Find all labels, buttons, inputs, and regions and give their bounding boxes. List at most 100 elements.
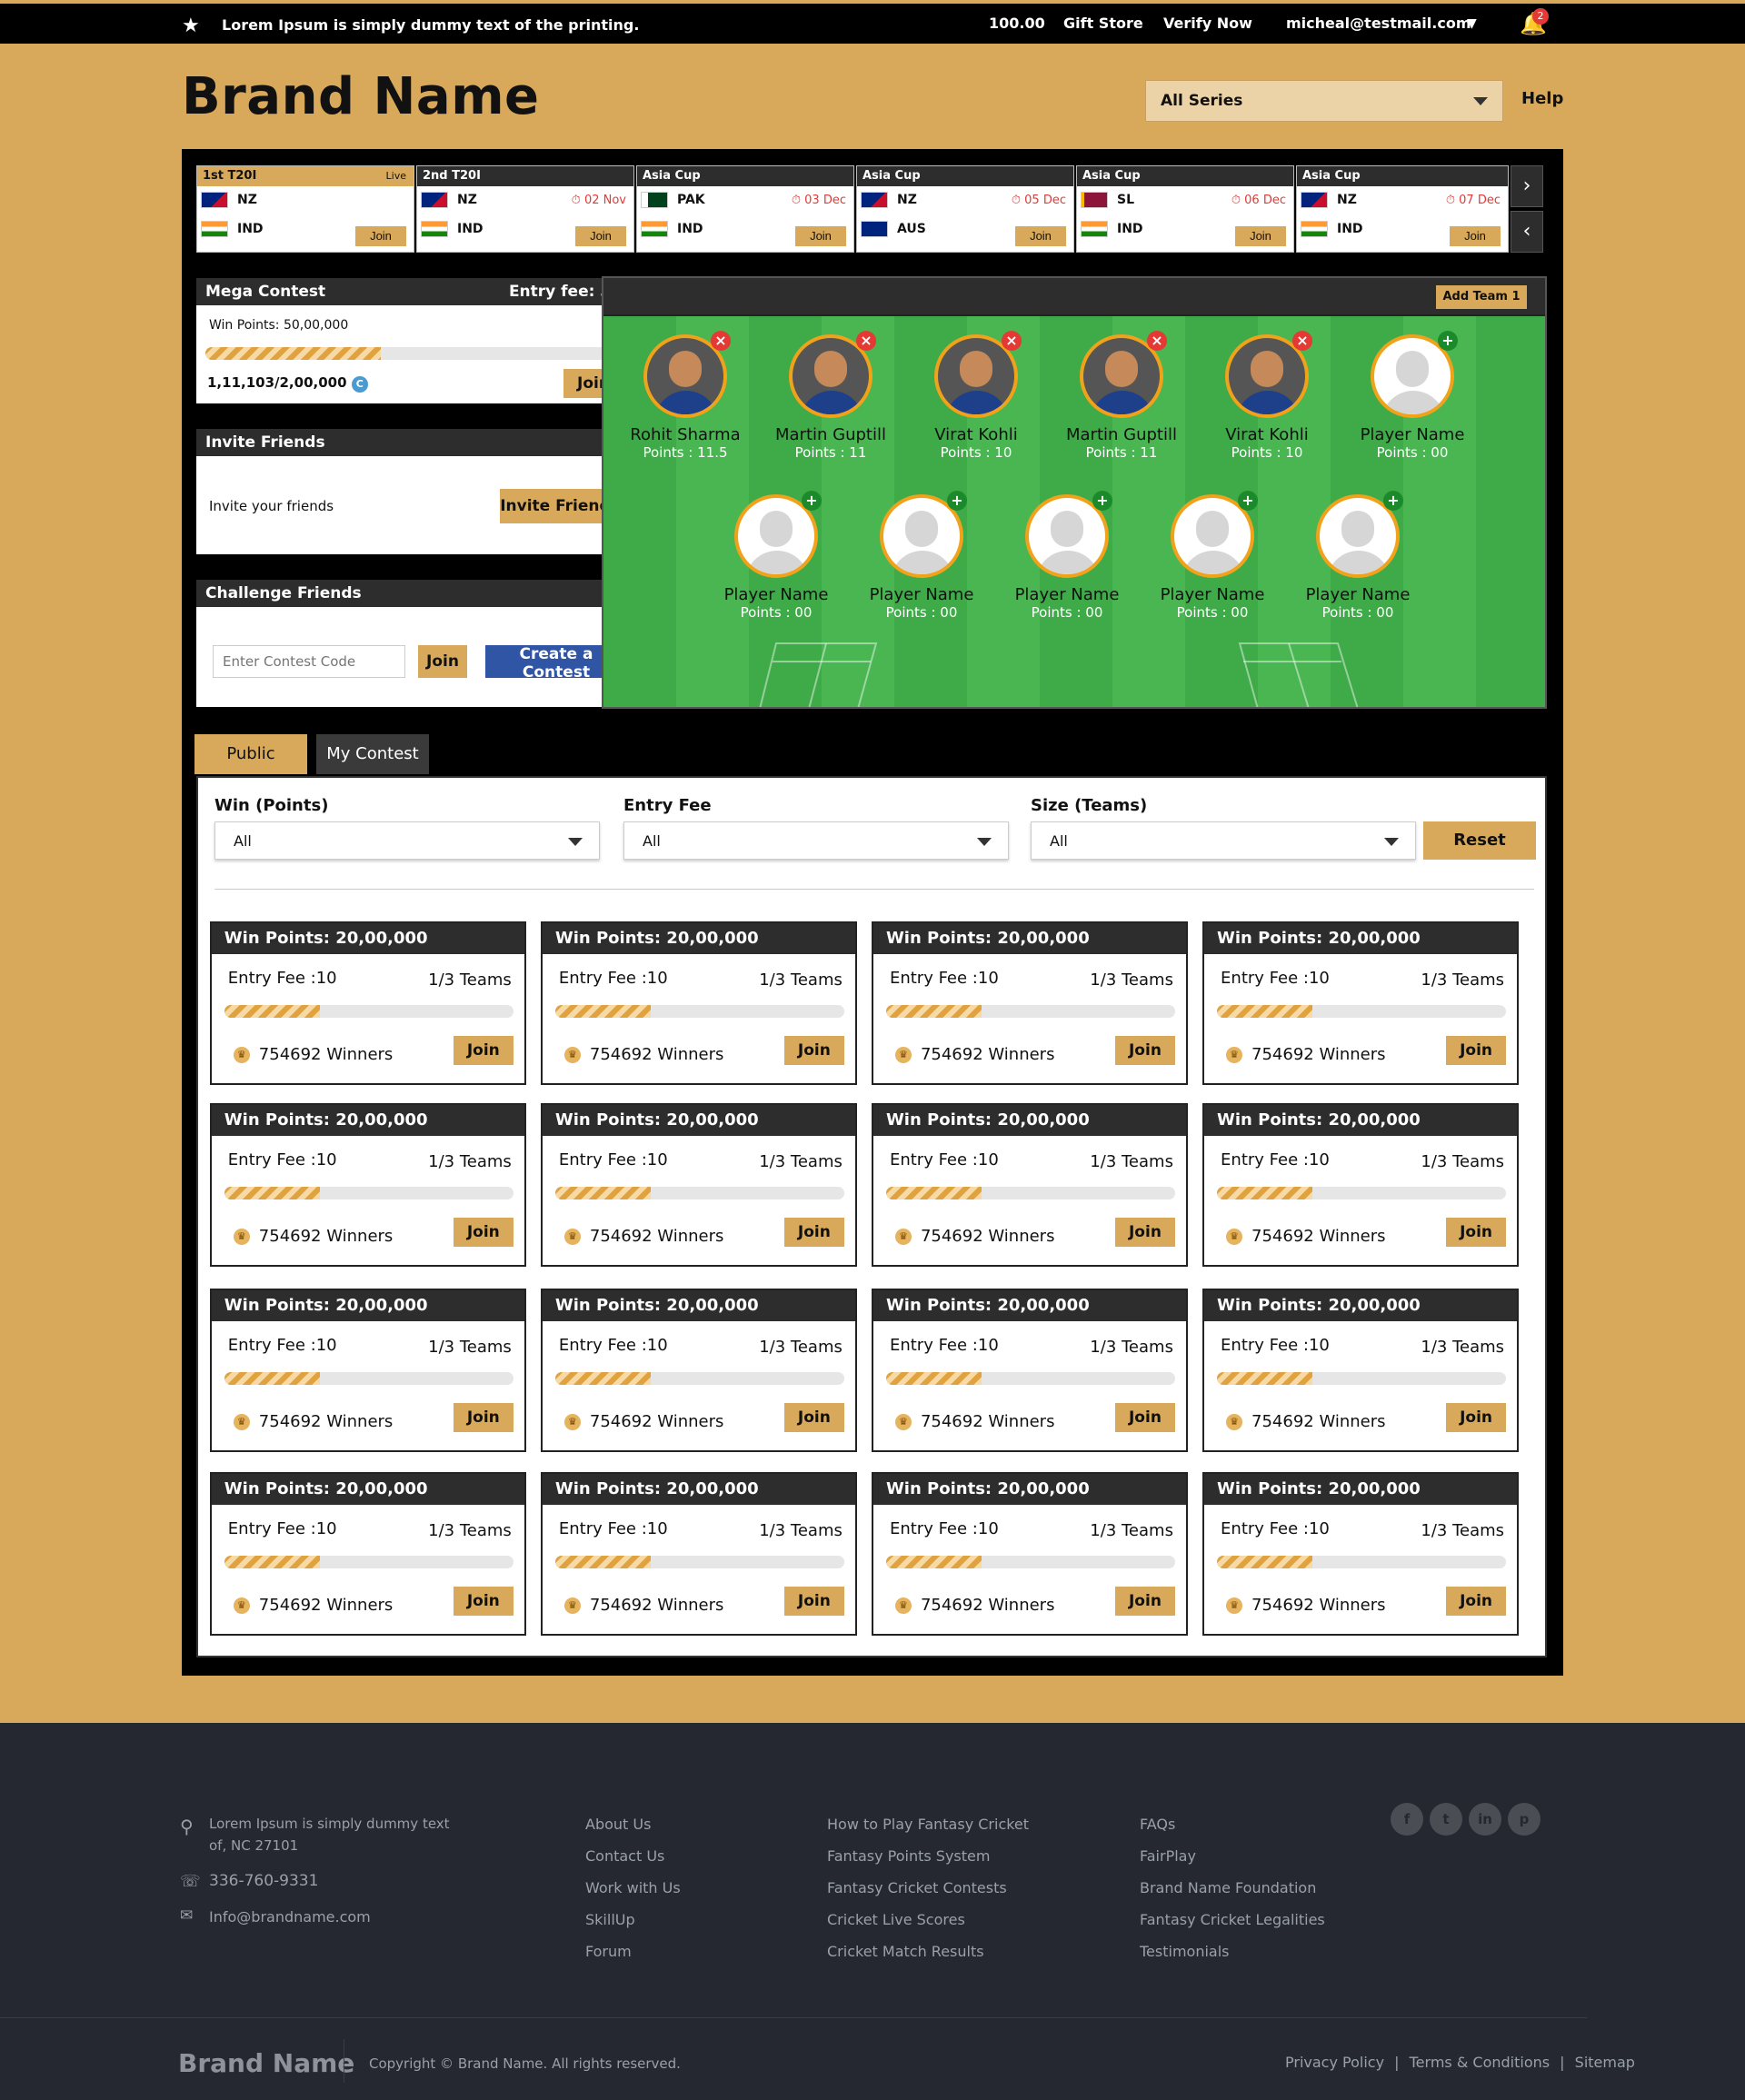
terms-link[interactable]: Terms & Conditions [1410, 2054, 1550, 2071]
player-slot[interactable]: × Virat Kohli Points : 10 [1194, 331, 1340, 461]
mega-contest-box: Mega Contest Entry fee: 30 Win Points: 50… [194, 276, 634, 405]
match-join-button[interactable]: Join [1235, 226, 1286, 246]
card-join-button[interactable]: Join [453, 1587, 514, 1616]
email-link[interactable]: Info@brandname.com [209, 1908, 371, 1926]
brand-logo[interactable]: Brand Name [182, 67, 540, 126]
match-card[interactable]: 2nd T20I NZ IND ⏱ 02 Nov Join [416, 165, 634, 253]
player-slot[interactable]: + Player Name Points : 00 [1140, 491, 1285, 621]
footer-link[interactable]: Forum [585, 1943, 681, 1975]
challenge-join-button[interactable]: Join [418, 645, 467, 678]
card-join-button[interactable]: Join [1114, 1036, 1175, 1065]
remove-icon[interactable]: × [711, 331, 731, 351]
card-join-button[interactable]: Join [783, 1403, 844, 1432]
footer-link[interactable]: Fantasy Cricket Legalities [1140, 1911, 1325, 1943]
footer-link[interactable]: Fantasy Cricket Contests [827, 1879, 1029, 1911]
size-filter-label: Size (Teams) [1031, 796, 1148, 815]
match-card[interactable]: Asia Cup PAK IND ⏱ 03 Dec Join [636, 165, 854, 253]
card-teams: 1/3 Teams [1421, 970, 1505, 990]
card-join-button[interactable]: Join [453, 1218, 514, 1247]
match-join-button[interactable]: Join [575, 226, 626, 246]
add-team-button[interactable]: Add Team 1 [1436, 285, 1527, 309]
user-menu[interactable]: micheal@testmail.com [1286, 15, 1471, 32]
match-card[interactable]: Asia Cup NZ IND ⏱ 07 Dec Join [1296, 165, 1509, 253]
card-join-button[interactable]: Join [783, 1587, 844, 1616]
series-select[interactable]: All Series [1145, 80, 1503, 122]
player-slot[interactable]: + Player Name Points : 00 [703, 491, 849, 621]
match-card[interactable]: Asia Cup SL IND ⏱ 06 Dec Join [1076, 165, 1294, 253]
match-join-button[interactable]: Join [795, 226, 846, 246]
pinterest-icon[interactable]: p [1508, 1803, 1541, 1836]
privacy-link[interactable]: Privacy Policy [1285, 2054, 1384, 2071]
footer-link[interactable]: Cricket Match Results [827, 1943, 1029, 1975]
tab-my-contest[interactable]: My Contest [316, 734, 429, 774]
footer-link[interactable]: SkillUp [585, 1911, 681, 1943]
card-win-points: Win Points: 20,00,000 [1204, 1290, 1518, 1321]
add-icon[interactable]: + [802, 491, 822, 511]
footer-link[interactable]: FairPlay [1140, 1847, 1325, 1879]
sitemap-link[interactable]: Sitemap [1575, 2054, 1635, 2071]
footer-link[interactable]: Testimonials [1140, 1943, 1325, 1975]
contest-code-input[interactable] [213, 645, 405, 678]
match-title: 2nd T20I [417, 166, 633, 186]
add-icon[interactable]: + [947, 491, 967, 511]
footer-link[interactable]: Brand Name Foundation [1140, 1879, 1325, 1911]
win-filter-label: Win (Points) [214, 796, 329, 815]
card-join-button[interactable]: Join [1446, 1587, 1507, 1616]
footer-link[interactable]: About Us [585, 1816, 681, 1847]
card-join-button[interactable]: Join [1446, 1403, 1507, 1432]
remove-icon[interactable]: × [1292, 331, 1312, 351]
footer-link[interactable]: Work with Us [585, 1879, 681, 1911]
card-join-button[interactable]: Join [783, 1218, 844, 1247]
footer-link[interactable]: Fantasy Points System [827, 1847, 1029, 1879]
card-join-button[interactable]: Join [783, 1036, 844, 1065]
coin-icon: C [351, 376, 368, 393]
match-card[interactable]: Asia Cup NZ AUS ⏱ 05 Dec Join [856, 165, 1074, 253]
twitter-icon[interactable]: t [1430, 1803, 1462, 1836]
match-card[interactable]: 1st T20I Live NZ IND Join [196, 165, 414, 253]
card-join-button[interactable]: Join [1446, 1036, 1507, 1065]
player-slot[interactable]: + Player Name Points : 00 [849, 491, 994, 621]
add-icon[interactable]: + [1383, 491, 1403, 511]
help-link[interactable]: Help [1521, 89, 1563, 108]
match-join-button[interactable]: Join [355, 226, 406, 246]
match-join-button[interactable]: Join [1015, 226, 1066, 246]
player-slot[interactable]: + Player Name Points : 00 [1285, 491, 1431, 621]
footer-link[interactable]: Cricket Live Scores [827, 1911, 1029, 1943]
footer-link[interactable]: Contact Us [585, 1847, 681, 1879]
add-icon[interactable]: + [1092, 491, 1112, 511]
player-slot[interactable]: × Martin Guptill Points : 11 [758, 331, 903, 461]
card-win-points: Win Points: 20,00,000 [1204, 1474, 1518, 1505]
card-join-button[interactable]: Join [1114, 1587, 1175, 1616]
fee-filter-select[interactable]: All [623, 821, 1009, 860]
reset-button[interactable]: Reset [1423, 821, 1536, 860]
chevron-left-icon[interactable]: ‹ [1511, 211, 1543, 253]
remove-icon[interactable]: × [1147, 331, 1167, 351]
card-join-button[interactable]: Join [1446, 1218, 1507, 1247]
footer-link[interactable]: FAQs [1140, 1816, 1325, 1847]
player-slot[interactable]: + Player Name Points : 00 [1340, 331, 1485, 461]
linkedin-icon[interactable]: in [1469, 1803, 1501, 1836]
add-icon[interactable]: + [1238, 491, 1258, 511]
player-slot[interactable]: + Player Name Points : 00 [994, 491, 1140, 621]
footer-link[interactable]: How to Play Fantasy Cricket [827, 1816, 1029, 1847]
player-slot[interactable]: × Rohit Sharma Points : 11.5 [613, 331, 758, 461]
chevron-right-icon[interactable]: › [1511, 165, 1543, 207]
size-filter-select[interactable]: All [1031, 821, 1416, 860]
win-filter-select[interactable]: All [214, 821, 600, 860]
player-slot[interactable]: × Martin Guptill Points : 11 [1049, 331, 1194, 461]
player-slot[interactable]: × Virat Kohli Points : 10 [903, 331, 1049, 461]
verify-now-link[interactable]: Verify Now [1163, 15, 1252, 32]
card-join-button[interactable]: Join [453, 1403, 514, 1432]
card-join-button[interactable]: Join [453, 1036, 514, 1065]
gift-store-link[interactable]: Gift Store [1063, 15, 1143, 32]
card-join-button[interactable]: Join [1114, 1218, 1175, 1247]
chevron-down-icon[interactable]: ▼ [1467, 16, 1477, 31]
add-icon[interactable]: + [1438, 331, 1458, 351]
facebook-icon[interactable]: f [1391, 1803, 1423, 1836]
team-name: NZ [897, 193, 917, 207]
card-join-button[interactable]: Join [1114, 1403, 1175, 1432]
tab-public[interactable]: Public [194, 734, 307, 774]
match-join-button[interactable]: Join [1450, 226, 1501, 246]
remove-icon[interactable]: × [1002, 331, 1022, 351]
remove-icon[interactable]: × [856, 331, 876, 351]
